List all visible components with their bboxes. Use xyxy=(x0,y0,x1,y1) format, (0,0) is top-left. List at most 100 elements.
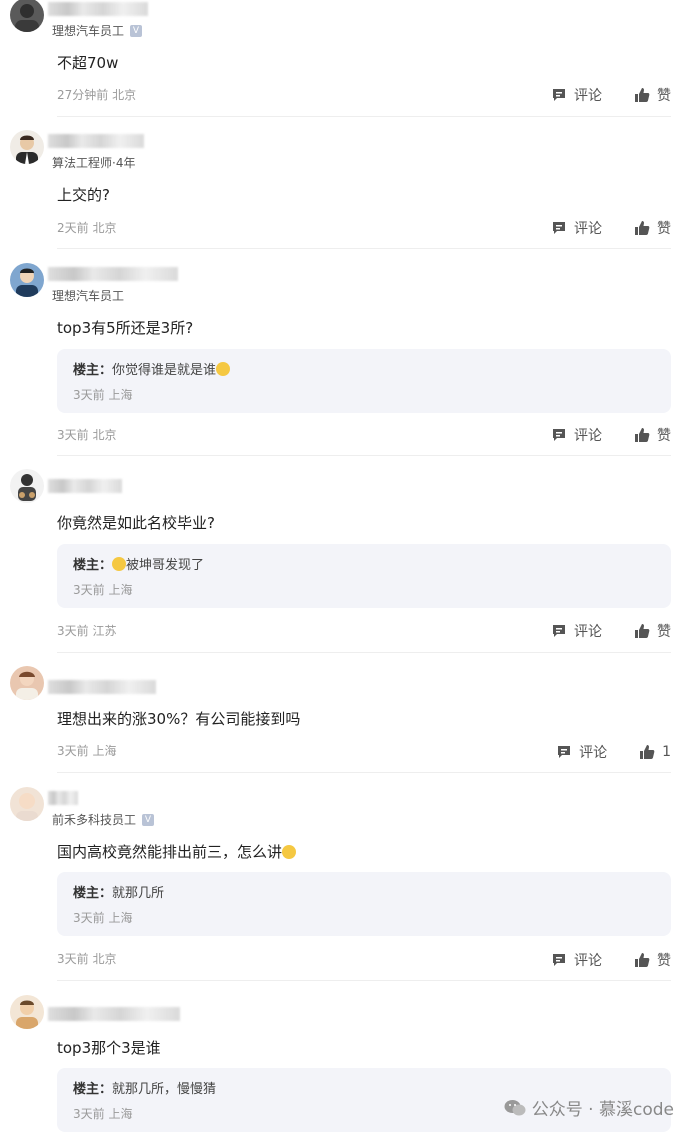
divider xyxy=(57,455,671,456)
comment-text: top3有5所还是3所? xyxy=(57,319,194,337)
verified-icon: V xyxy=(130,24,143,37)
comment-button[interactable]: 评论 xyxy=(551,218,602,238)
avatar[interactable] xyxy=(10,995,44,1029)
watermark-text: 公众号 · 慕溪code xyxy=(531,1100,674,1120)
wechat-icon xyxy=(504,1099,526,1115)
user-subtitle: 理想汽车员工 V xyxy=(52,22,143,39)
like-count: 赞 xyxy=(657,428,671,444)
comment-button-label: 评论 xyxy=(574,88,602,104)
like-count: 赞 xyxy=(657,88,671,104)
comment-text-body: 国内高校竟然能排出前三，怎么讲 xyxy=(57,843,283,861)
reply-meta: 3天前 上海 xyxy=(73,388,133,402)
comment-meta: 2天前 北京 xyxy=(57,221,117,235)
avatar[interactable] xyxy=(10,130,44,164)
reply-meta: 3天前 上海 xyxy=(73,583,133,597)
like-count: 1 xyxy=(662,744,671,760)
reply-author: 楼主： xyxy=(73,363,113,378)
reply-author: 楼主： xyxy=(73,558,113,573)
comment-button-label: 评论 xyxy=(574,428,602,444)
reply-text: 你觉得谁是就是谁 xyxy=(112,363,217,378)
comment-button[interactable]: 评论 xyxy=(556,742,607,762)
reply-line: 楼主： 被坤哥发现了 xyxy=(73,554,204,573)
comment-text: 不超70w xyxy=(57,54,119,72)
author-reply[interactable]: 楼主：你觉得谁是就是谁 3天前 上海 xyxy=(57,349,671,413)
like-button[interactable]: 赞 xyxy=(634,85,671,105)
divider xyxy=(57,980,671,981)
comment-meta: 3天前 北京 xyxy=(57,428,117,442)
author-reply[interactable]: 楼主：就那几所 3天前 上海 xyxy=(57,872,671,936)
comment-text: 理想出来的涨30%？有公司能接到吗 xyxy=(57,710,301,728)
laughing-emoji-icon xyxy=(112,557,127,571)
comment-button[interactable]: 评论 xyxy=(551,425,602,445)
thumbs-up-icon xyxy=(635,428,650,442)
divider xyxy=(57,772,671,773)
comment-icon xyxy=(553,222,565,234)
grin-emoji-icon xyxy=(216,362,231,376)
watermark: 公众号 · 慕溪code xyxy=(504,1095,674,1120)
comment-button[interactable]: 评论 xyxy=(551,85,602,105)
comment-actions: 评论 赞 xyxy=(551,425,671,445)
comment-meta: 3天前 北京 xyxy=(57,952,117,966)
comment-icon xyxy=(553,429,565,441)
username-blurred[interactable] xyxy=(48,134,144,148)
avatar[interactable] xyxy=(10,0,44,32)
avatar[interactable] xyxy=(10,666,44,700)
avatar[interactable] xyxy=(10,469,44,503)
comment-actions: 评论 赞 xyxy=(551,218,671,238)
thumbs-up-icon xyxy=(635,88,650,102)
comment-actions: 评论 赞 xyxy=(551,621,671,641)
author-reply[interactable]: 楼主： 被坤哥发现了 3天前 上海 xyxy=(57,544,671,608)
username-blurred[interactable] xyxy=(48,680,156,694)
comment-button-label: 评论 xyxy=(574,221,602,237)
reply-line: 楼主：就那几所，慢慢猜 xyxy=(73,1078,216,1097)
verified-icon: V xyxy=(142,813,155,826)
reply-author: 楼主： xyxy=(73,886,113,901)
comment-actions: 评论 赞 xyxy=(551,85,671,105)
comment-meta: 3天前 江苏 xyxy=(57,624,117,638)
like-button[interactable]: 赞 xyxy=(634,950,671,970)
thumbs-up-icon xyxy=(640,745,655,759)
comment-text: top3那个3是谁 xyxy=(57,1039,161,1057)
comment-icon xyxy=(553,625,565,637)
user-subtitle: 前禾多科技员工 V xyxy=(52,811,155,828)
comment-icon xyxy=(553,954,565,966)
like-count: 赞 xyxy=(657,624,671,640)
reply-author: 楼主： xyxy=(73,1082,113,1097)
thumbs-up-icon xyxy=(635,953,650,967)
like-button[interactable]: 赞 xyxy=(634,218,671,238)
comment-icon xyxy=(553,89,565,101)
like-button[interactable]: 赞 xyxy=(634,621,671,641)
divider xyxy=(57,652,671,653)
comment-icon xyxy=(558,746,571,758)
reply-text: 就那几所 xyxy=(112,886,165,901)
comment-text: 上交的? xyxy=(57,186,110,204)
comment-button[interactable]: 评论 xyxy=(551,621,602,641)
like-count: 赞 xyxy=(657,221,671,237)
comment-button[interactable]: 评论 xyxy=(551,950,602,970)
reply-line: 楼主：你觉得谁是就是谁 xyxy=(73,359,231,378)
user-title: 理想汽车员工 xyxy=(52,24,125,38)
thumbs-up-icon xyxy=(635,221,650,235)
comment-button-label: 评论 xyxy=(579,745,608,761)
username-blurred[interactable] xyxy=(48,2,148,16)
comment-meta: 27分钟前 北京 xyxy=(57,88,137,102)
comment-meta: 3天前 上海 xyxy=(57,744,117,758)
avatar[interactable] xyxy=(10,263,44,297)
thumbs-up-icon xyxy=(635,624,650,638)
username-blurred[interactable] xyxy=(48,479,122,493)
reply-line: 楼主：就那几所 xyxy=(73,882,164,901)
like-button[interactable]: 1 xyxy=(639,744,671,760)
comment-button-label: 评论 xyxy=(574,953,602,969)
comment-actions: 评论 1 xyxy=(556,742,671,762)
username-blurred[interactable] xyxy=(48,791,78,805)
username-blurred[interactable] xyxy=(48,1007,180,1021)
avatar[interactable] xyxy=(10,787,44,821)
username-blurred[interactable] xyxy=(48,267,178,281)
like-count: 赞 xyxy=(657,953,671,969)
comment-actions: 评论 赞 xyxy=(551,950,671,970)
divider xyxy=(57,116,671,117)
user-title: 理想汽车员工 xyxy=(52,289,125,303)
reply-meta: 3天前 上海 xyxy=(73,911,133,925)
like-button[interactable]: 赞 xyxy=(634,425,671,445)
divider xyxy=(57,248,671,249)
